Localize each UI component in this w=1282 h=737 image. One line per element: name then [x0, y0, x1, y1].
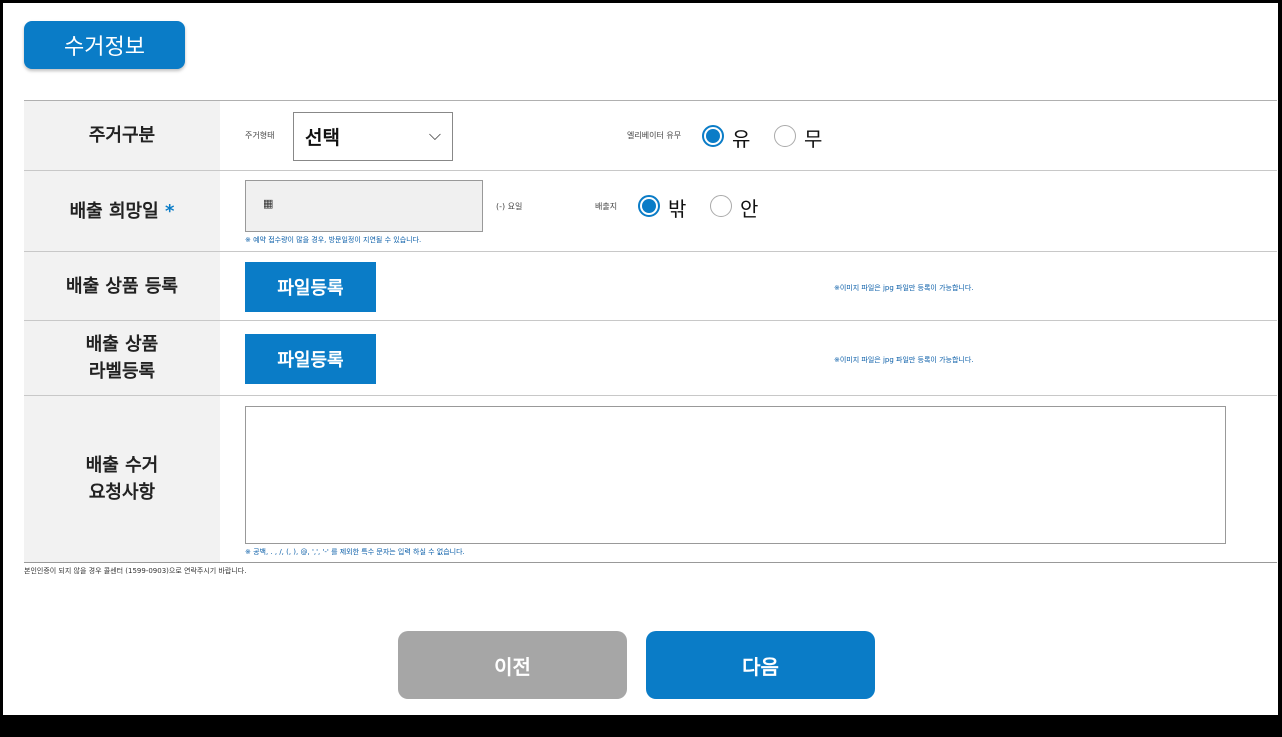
row-label-product-upload: 배출 상품 등록: [24, 252, 220, 320]
next-button[interactable]: 다음: [646, 631, 875, 699]
row-housing: 주거구분 주거형태 선택 ⌵ 엘리베이터 유무 유 무: [24, 101, 1277, 171]
label-upload-line1: 배출 상품: [85, 334, 159, 355]
label-upload-note: ※이미지 파일은 jpg 파일만 등록이 가능합니다.: [834, 356, 974, 364]
request-note: ※ 공백, . , /, (, ), @, ',', '-' 를 제외한 특수 …: [245, 548, 465, 556]
housing-type-caption: 주거형태: [245, 131, 275, 140]
row-request: 배출 수거 요청사항 ※ 공백, . , /, (, ), @, ',', '-…: [24, 396, 1277, 563]
request-label-line2: 요청사항: [88, 482, 156, 503]
row-label-housing: 주거구분: [24, 101, 220, 170]
label-file-upload-button[interactable]: 파일등록: [245, 334, 376, 384]
place-inside-radio[interactable]: [710, 195, 732, 217]
place-outside-radio[interactable]: [638, 195, 660, 217]
row-label-date: 배출 희망일 *: [24, 171, 220, 251]
date-label-text: 배출 희망일: [69, 200, 159, 222]
place-caption: 배출지: [595, 202, 618, 211]
date-input[interactable]: ▦: [245, 180, 483, 232]
row-label-request: 배출 수거 요청사항: [24, 396, 220, 562]
required-mark: *: [164, 200, 175, 222]
row-label-upload: 배출 상품 라벨등록 파일등록 ※이미지 파일은 jpg 파일만 등록이 가능합…: [24, 321, 1277, 396]
place-outside-label[interactable]: 밖: [668, 193, 686, 222]
weekday-caption: (-) 요일: [496, 202, 523, 211]
elevator-yes-label[interactable]: 유: [732, 123, 750, 152]
chevron-down-icon: ⌵: [428, 125, 441, 144]
request-label-line1: 배출 수거: [85, 455, 159, 476]
product-file-upload-button[interactable]: 파일등록: [245, 262, 376, 312]
row-date: 배출 희망일 * ▦ (-) 요일 배출지 밖 안 ※ 예약 접수량이 많을 경…: [24, 171, 1277, 252]
housing-type-value: 선택: [305, 127, 340, 149]
label-upload-line2: 라벨등록: [88, 361, 156, 382]
product-upload-note: ※이미지 파일은 jpg 파일만 등록이 가능합니다.: [834, 284, 974, 292]
elevator-caption: 엘리베이터 유무: [627, 131, 682, 140]
housing-type-select[interactable]: 선택 ⌵: [293, 112, 453, 161]
elevator-yes-radio[interactable]: [702, 125, 724, 147]
pickup-form: 주거구분 주거형태 선택 ⌵ 엘리베이터 유무 유 무 배출 희망일 * ▦ (…: [24, 100, 1277, 563]
prev-button[interactable]: 이전: [398, 631, 627, 699]
calendar-icon[interactable]: ▦: [263, 197, 273, 210]
request-textarea[interactable]: [245, 406, 1226, 544]
row-label-label-upload: 배출 상품 라벨등록: [24, 321, 220, 395]
place-inside-label[interactable]: 안: [740, 193, 758, 222]
row-product-upload: 배출 상품 등록 파일등록 ※이미지 파일은 jpg 파일만 등록이 가능합니다…: [24, 252, 1277, 321]
page-frame: 수거정보 주거구분 주거형태 선택 ⌵ 엘리베이터 유무 유 무 배출 희망일 …: [3, 3, 1278, 715]
call-center-footnote: 본인인증이 되지 않을 경우 콜센터 (1599-0903)으로 연락주시기 바…: [24, 567, 247, 575]
elevator-no-radio[interactable]: [774, 125, 796, 147]
elevator-no-label[interactable]: 무: [804, 123, 822, 152]
section-title-badge: 수거정보: [24, 21, 185, 69]
date-note: ※ 예약 접수량이 많을 경우, 방문일정이 지연될 수 있습니다.: [245, 236, 422, 244]
